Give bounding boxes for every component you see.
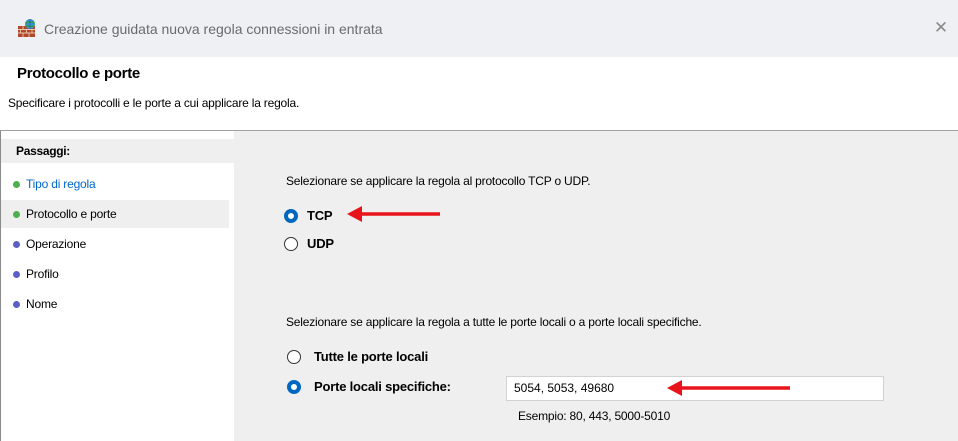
title-bar: Creazione guidata nuova regola connessio…: [0, 0, 958, 57]
specific-ports-radio[interactable]: [287, 380, 301, 394]
main-content: Selezionare se applicare la regola al pr…: [234, 131, 958, 441]
step-status-dot-icon: [13, 181, 20, 188]
red-annotation-arrow-icon: [347, 206, 440, 222]
step-status-dot-icon: [13, 241, 20, 248]
step-profilo: Profilo: [1, 260, 229, 288]
ports-prompt: Selezionare se applicare la regola a tut…: [286, 315, 702, 329]
close-icon: ✕: [933, 18, 949, 38]
step-status-dot-icon: [13, 301, 20, 308]
steps-heading: Passaggi:: [1, 139, 234, 163]
tcp-label[interactable]: TCP: [307, 208, 333, 223]
step-label: Profilo: [26, 267, 59, 281]
window-title: Creazione guidata nuova regola connessio…: [44, 21, 383, 37]
all-ports-label[interactable]: Tutte le porte locali: [314, 349, 428, 364]
all-ports-radio[interactable]: [287, 350, 301, 364]
steps-sidebar: Passaggi: Tipo di regola Protocollo e po…: [0, 131, 234, 441]
step-tipo-di-regola[interactable]: Tipo di regola: [1, 170, 229, 198]
step-protocollo-e-porte[interactable]: Protocollo e porte: [1, 200, 229, 228]
ports-example: Esempio: 80, 443, 5000-5010: [518, 409, 671, 423]
wizard-header: Protocollo e porte Specificare i protoco…: [0, 57, 958, 131]
tcp-radio[interactable]: [284, 209, 298, 223]
steps-heading-label: Passaggi:: [16, 144, 70, 158]
red-annotation-arrow-icon: [667, 380, 790, 396]
step-label: Protocollo e porte: [26, 207, 117, 221]
protocol-prompt: Selezionare se applicare la regola al pr…: [286, 174, 591, 188]
specific-ports-value: 5054, 5053, 49680: [514, 381, 615, 395]
udp-label[interactable]: UDP: [307, 236, 334, 251]
step-status-dot-icon: [13, 211, 20, 218]
step-label: Tipo di regola: [26, 177, 96, 191]
close-button[interactable]: ✕: [930, 17, 952, 39]
step-nome: Nome: [1, 290, 229, 318]
specific-ports-label[interactable]: Porte locali specifiche:: [314, 379, 451, 394]
page-title: Protocollo e porte: [17, 65, 140, 82]
step-label: Nome: [26, 297, 58, 311]
firewall-icon: [18, 19, 35, 37]
step-status-dot-icon: [13, 271, 20, 278]
page-subtitle: Specificare i protocolli e le porte a cu…: [8, 96, 300, 110]
udp-radio[interactable]: [284, 237, 298, 251]
step-operazione: Operazione: [1, 230, 229, 258]
step-label: Operazione: [26, 237, 87, 251]
